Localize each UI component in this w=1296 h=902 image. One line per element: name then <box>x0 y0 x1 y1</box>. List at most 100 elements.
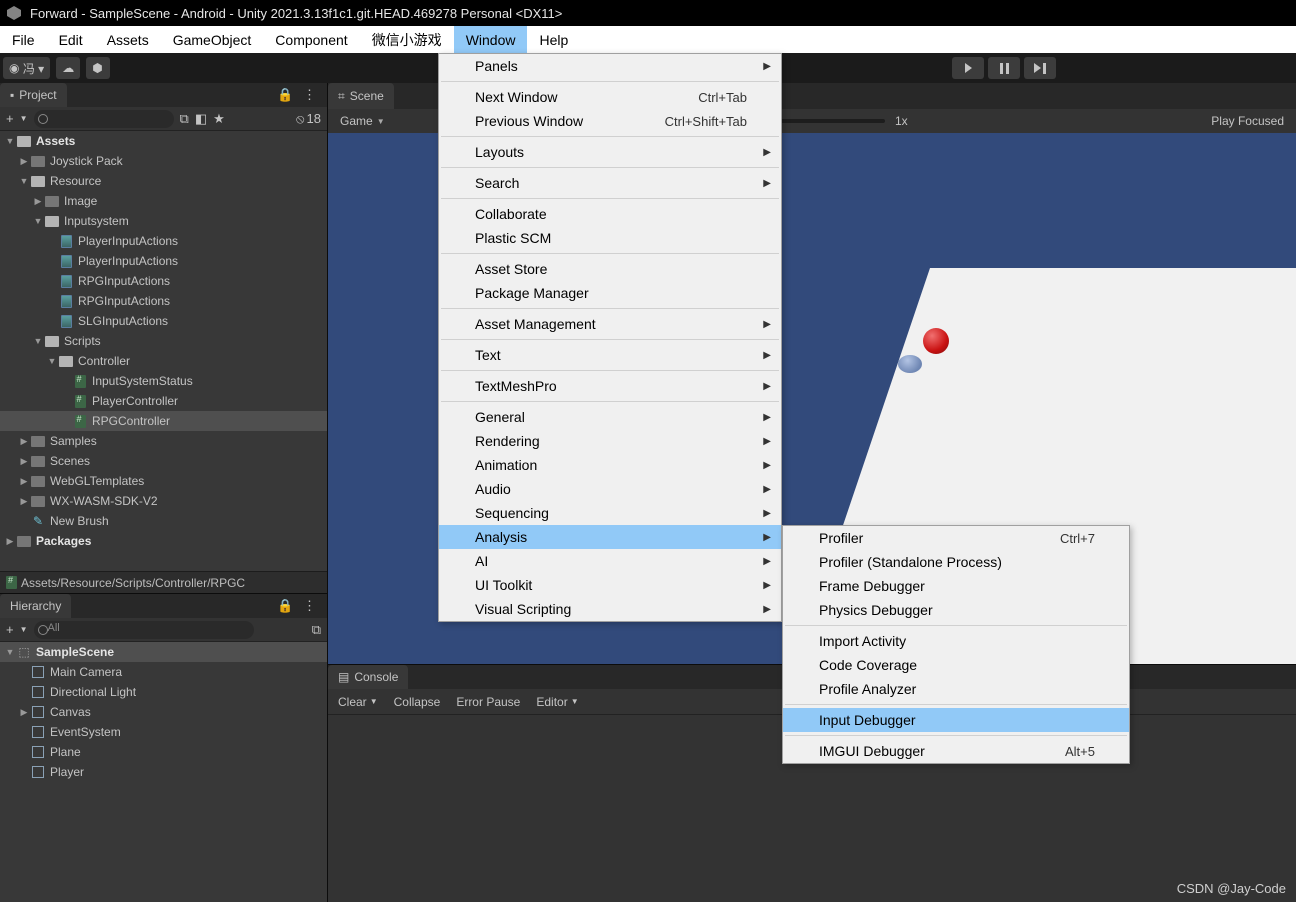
analysis-menu-item[interactable]: Frame Debugger <box>783 574 1129 598</box>
add-button[interactable]: + <box>6 622 14 637</box>
window-menu-item[interactable]: Previous WindowCtrl+Shift+Tab <box>439 109 781 133</box>
hierarchy-row[interactable]: Player <box>0 762 327 782</box>
window-menu-item[interactable]: AI▶ <box>439 549 781 573</box>
foldout-icon[interactable]: ▼ <box>4 647 16 657</box>
foldout-icon[interactable]: ▶ <box>4 536 16 547</box>
project-row[interactable]: ▼Scripts <box>0 331 327 351</box>
window-menu-item[interactable]: Asset Store <box>439 257 781 281</box>
account-button[interactable]: ◉ 冯 ▾ <box>3 57 50 79</box>
console-error-pause[interactable]: Error Pause <box>452 695 524 709</box>
console-clear[interactable]: Clear▼ <box>334 695 382 709</box>
window-menu-item[interactable]: Visual Scripting▶ <box>439 597 781 621</box>
project-row[interactable]: PlayerController <box>0 391 327 411</box>
filter-type-icon[interactable]: ◧ <box>195 111 207 127</box>
window-menu-item[interactable]: Animation▶ <box>439 453 781 477</box>
menu-window[interactable]: Window <box>454 26 528 53</box>
foldout-icon[interactable]: ▶ <box>18 456 30 467</box>
project-row[interactable]: ▶WebGLTemplates <box>0 471 327 491</box>
kebab-icon[interactable]: ⋮ <box>303 87 319 103</box>
project-tab[interactable]: ▪ Project <box>0 83 67 107</box>
analysis-menu-item[interactable]: Profiler (Standalone Process) <box>783 550 1129 574</box>
project-row[interactable]: ▶Packages <box>0 531 327 551</box>
window-menu-item[interactable]: Package Manager <box>439 281 781 305</box>
project-row[interactable]: RPGInputActions <box>0 291 327 311</box>
game-tab[interactable] <box>394 83 414 109</box>
menu-微信小游戏[interactable]: 微信小游戏 <box>360 26 454 53</box>
project-row[interactable]: ✎New Brush <box>0 511 327 531</box>
project-row[interactable]: ▶Scenes <box>0 451 327 471</box>
window-menu-item[interactable]: UI Toolkit▶ <box>439 573 781 597</box>
project-row[interactable]: ▶WX-WASM-SDK-V2 <box>0 491 327 511</box>
project-row[interactable]: ▶Joystick Pack <box>0 151 327 171</box>
foldout-icon[interactable]: ▼ <box>32 216 44 226</box>
console-tab[interactable]: ▤ Console <box>328 665 408 689</box>
project-breadcrumb[interactable]: Assets/Resource/Scripts/Controller/RPGC <box>0 571 327 593</box>
window-menu-item[interactable]: Audio▶ <box>439 477 781 501</box>
hierarchy-tab[interactable]: Hierarchy <box>0 594 71 618</box>
hierarchy-row[interactable]: EventSystem <box>0 722 327 742</box>
project-row[interactable]: ▼Resource <box>0 171 327 191</box>
analysis-menu-item[interactable]: IMGUI DebuggerAlt+5 <box>783 739 1129 763</box>
project-row[interactable]: RPGController <box>0 411 327 431</box>
lock-icon[interactable]: 🔒 <box>277 87 293 103</box>
foldout-icon[interactable]: ▼ <box>46 356 58 366</box>
project-row[interactable]: ▼Inputsystem <box>0 211 327 231</box>
project-row[interactable]: PlayerInputActions <box>0 231 327 251</box>
kebab-icon[interactable]: ⋮ <box>303 598 319 614</box>
menu-file[interactable]: File <box>0 26 47 53</box>
cloud-button[interactable]: ☁ <box>56 57 80 79</box>
project-row[interactable]: ▼Controller <box>0 351 327 371</box>
window-menu-item[interactable]: Collaborate <box>439 202 781 226</box>
project-row[interactable]: SLGInputActions <box>0 311 327 331</box>
window-menu-item[interactable]: Search▶ <box>439 171 781 195</box>
favorite-filter-icon[interactable]: ★ <box>213 111 225 127</box>
project-row[interactable]: ▶Samples <box>0 431 327 451</box>
foldout-icon[interactable]: ▶ <box>32 196 44 207</box>
lock-icon[interactable]: 🔒 <box>277 598 293 614</box>
hierarchy-row[interactable]: ▶Canvas <box>0 702 327 722</box>
window-menu-item[interactable]: General▶ <box>439 405 781 429</box>
analysis-menu-item[interactable]: Input Debugger <box>783 708 1129 732</box>
pause-button[interactable] <box>988 57 1020 79</box>
menu-assets[interactable]: Assets <box>95 26 161 53</box>
analysis-menu-item[interactable]: Profile Analyzer <box>783 677 1129 701</box>
project-row[interactable]: PlayerInputActions <box>0 251 327 271</box>
menu-gameobject[interactable]: GameObject <box>161 26 264 53</box>
console-collapse[interactable]: Collapse <box>390 695 445 709</box>
hierarchy-row[interactable]: Plane <box>0 742 327 762</box>
window-menu-item[interactable]: Asset Management▶ <box>439 312 781 336</box>
window-menu-item[interactable]: Next WindowCtrl+Tab <box>439 85 781 109</box>
hierarchy-row[interactable]: Directional Light <box>0 682 327 702</box>
window-menu-item[interactable]: TextMeshPro▶ <box>439 374 781 398</box>
analysis-menu-item[interactable]: Import Activity <box>783 629 1129 653</box>
foldout-icon[interactable]: ▶ <box>18 156 30 167</box>
step-button[interactable] <box>1024 57 1056 79</box>
foldout-icon[interactable]: ▶ <box>18 496 30 507</box>
game-display-dropdown[interactable]: Game▼ <box>334 111 391 131</box>
play-button[interactable] <box>952 57 984 79</box>
window-menu-item[interactable]: Panels▶ <box>439 54 781 78</box>
project-row[interactable]: ▼Assets <box>0 131 327 151</box>
foldout-icon[interactable]: ▼ <box>32 336 44 346</box>
window-menu-item[interactable]: Text▶ <box>439 343 781 367</box>
project-search[interactable] <box>34 110 174 128</box>
foldout-icon[interactable]: ▼ <box>4 136 16 146</box>
add-button[interactable]: + <box>6 111 14 126</box>
window-menu-item[interactable]: Analysis▶ <box>439 525 781 549</box>
project-row[interactable]: RPGInputActions <box>0 271 327 291</box>
hierarchy-search[interactable]: All <box>34 621 254 639</box>
analysis-menu-item[interactable]: Code Coverage <box>783 653 1129 677</box>
scene-tab[interactable]: ⌗ Scene <box>328 83 394 109</box>
project-row[interactable]: ▶Image <box>0 191 327 211</box>
menu-edit[interactable]: Edit <box>47 26 95 53</box>
console-editor[interactable]: Editor▼ <box>532 695 582 709</box>
hidden-count[interactable]: ⦸18 <box>296 111 321 127</box>
window-menu-item[interactable]: Rendering▶ <box>439 429 781 453</box>
project-row[interactable]: InputSystemStatus <box>0 371 327 391</box>
foldout-icon[interactable]: ▶ <box>18 436 30 447</box>
play-focused-dropdown[interactable]: Play Focused <box>1205 111 1290 131</box>
foldout-icon[interactable]: ▶ <box>18 707 30 718</box>
search-options-icon[interactable]: ⧉ <box>312 622 321 638</box>
window-menu-item[interactable]: Sequencing▶ <box>439 501 781 525</box>
menu-help[interactable]: Help <box>527 26 580 53</box>
